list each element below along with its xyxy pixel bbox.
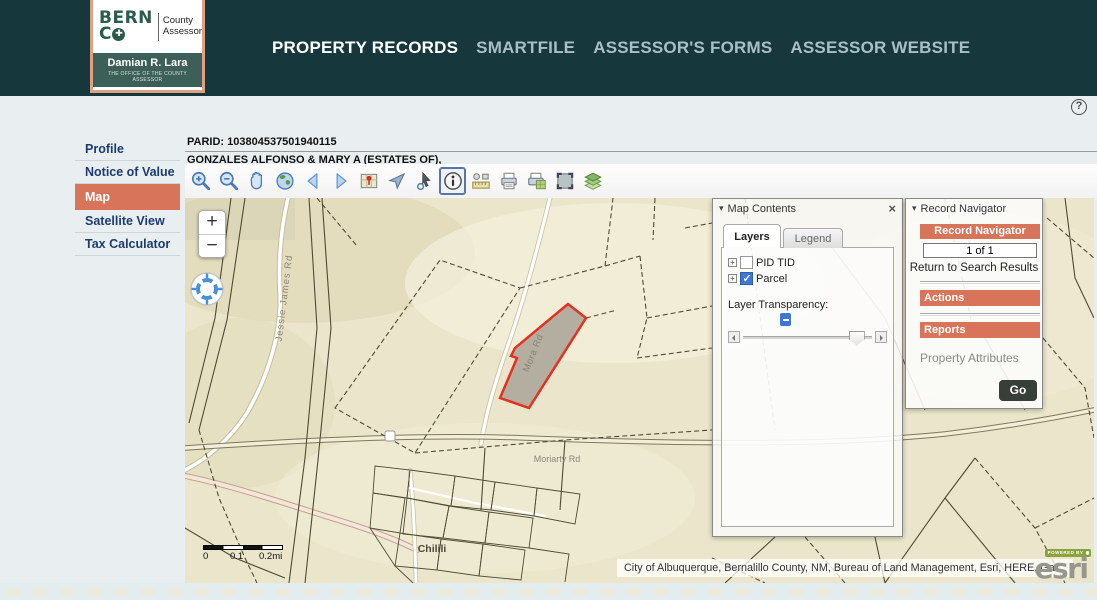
- transparency-label: Layer Transparency:: [728, 299, 887, 311]
- divider: [920, 281, 1040, 284]
- zoom-out-button[interactable]: −: [199, 234, 225, 257]
- next-extent-icon[interactable]: [328, 168, 353, 194]
- select-cursor-icon[interactable]: [412, 168, 437, 194]
- esri-logo: POWERED BY esri: [1030, 541, 1092, 581]
- assessor-name: Damian R. Lara: [93, 57, 202, 69]
- property-attributes-link[interactable]: Property Attributes: [920, 351, 1042, 365]
- scale-tick-1: 0.1: [230, 551, 243, 562]
- powered-by-badge: POWERED BY: [1045, 549, 1092, 557]
- actions-section-bar[interactable]: Actions: [920, 290, 1040, 306]
- layer-label-pid-tid: PID TID: [756, 257, 795, 269]
- map-toolbar: [185, 164, 1097, 198]
- header: BERN C ✚ County Assessor Damian R. Lara …: [0, 0, 1097, 96]
- tab-legend[interactable]: Legend: [783, 228, 843, 248]
- highway-shield-icon: [385, 431, 395, 441]
- print-icon[interactable]: [496, 168, 521, 194]
- town-label-chilili: Chilili: [418, 543, 447, 555]
- nav-smartfile[interactable]: SMARTFILE: [476, 38, 575, 58]
- zoom-in-button[interactable]: +: [199, 211, 225, 234]
- sidebar-item-map[interactable]: Map: [75, 184, 180, 210]
- map-viewport[interactable]: Jessie James Rd Mora Rd Moriarty Rd Chil…: [185, 198, 1094, 583]
- county-logo: BERN C ✚ County Assessor Damian R. Lara …: [90, 0, 205, 93]
- record-navigator-title: Record Navigator: [921, 203, 1036, 215]
- record-navigator-header-bar[interactable]: Record Navigator: [920, 224, 1040, 239]
- slider-right-arrow[interactable]: [875, 331, 887, 343]
- help-icon[interactable]: ?: [1071, 99, 1087, 115]
- pan-icon[interactable]: [244, 168, 269, 194]
- map-contents-tabs: Layers Legend: [723, 224, 902, 248]
- map-attribution: City of Albuquerque, Bernalillo County, …: [617, 559, 1073, 577]
- footer-pattern-strip: [0, 583, 1097, 600]
- layer-row-pid-tid: PID TID: [728, 256, 887, 269]
- logo-top: BERN C ✚ County Assessor: [93, 0, 202, 53]
- transparency-slider: [728, 331, 887, 343]
- parid-text: PARID: 103804537501940115: [187, 136, 337, 148]
- logo-sub1: County: [163, 16, 202, 27]
- logo-sub2: Assessor: [163, 27, 202, 38]
- layer-label-parcel: Parcel: [756, 273, 787, 285]
- layers-tab-content: PID TID Parcel Layer Transparency:: [721, 247, 894, 527]
- zoom-in-icon[interactable]: [188, 168, 213, 194]
- close-icon[interactable]: ×: [888, 202, 896, 215]
- header-rule: [185, 151, 1097, 152]
- zoom-to-extent-icon[interactable]: [552, 168, 577, 194]
- scale-bar: 0 0.1 0.2mi: [203, 545, 313, 562]
- page: BERN C ✚ County Assessor Damian R. Lara …: [0, 0, 1097, 600]
- layer-row-parcel: Parcel: [728, 272, 887, 285]
- expand-icon[interactable]: [728, 258, 737, 267]
- zia-sun-icon: ✚: [112, 28, 125, 41]
- sidebar-item-profile[interactable]: Profile: [75, 138, 180, 161]
- overview-map-icon[interactable]: [356, 168, 381, 194]
- record-navigator-panel: ▾ Record Navigator Record Navigator Retu…: [905, 198, 1043, 409]
- parcel-checkbox[interactable]: [740, 272, 753, 285]
- go-button[interactable]: Go: [999, 380, 1037, 401]
- esri-wordmark: esri: [1030, 557, 1092, 581]
- locate-compass-button[interactable]: [188, 270, 226, 308]
- collapse-icon[interactable]: ▾: [719, 203, 724, 214]
- logo-divider: [158, 13, 159, 41]
- nav-assessors-forms[interactable]: ASSESSOR'S FORMS: [593, 38, 772, 58]
- scale-tick-2: 0.2mi: [259, 551, 282, 562]
- road-label-moriarty: Moriarty Rd: [534, 454, 581, 464]
- transparency-indicator-icon: [780, 313, 791, 326]
- tab-layers[interactable]: Layers: [723, 224, 781, 248]
- previous-extent-icon[interactable]: [300, 168, 325, 194]
- slider-left-arrow[interactable]: [728, 331, 740, 343]
- sidebar-item-notice-of-value[interactable]: Notice of Value: [75, 161, 180, 184]
- scale-bar-segments: [203, 545, 283, 550]
- map-contents-titlebar[interactable]: ▾ Map Contents ×: [713, 199, 902, 218]
- print-map-icon[interactable]: [524, 168, 549, 194]
- slider-track[interactable]: [743, 336, 872, 339]
- locate-dart-icon[interactable]: [384, 168, 409, 194]
- map-contents-title: Map Contents: [728, 203, 889, 215]
- measure-icon[interactable]: [468, 168, 493, 194]
- reports-section-bar[interactable]: Reports: [920, 322, 1040, 338]
- top-nav: PROPERTY RECORDS SMARTFILE ASSESSOR'S FO…: [272, 38, 970, 58]
- full-extent-globe-icon[interactable]: [272, 168, 297, 194]
- nav-assessor-website[interactable]: ASSESSOR WEBSITE: [790, 38, 970, 58]
- collapse-icon[interactable]: ▾: [912, 203, 917, 214]
- layers-icon[interactable]: [580, 168, 605, 194]
- identify-icon[interactable]: [440, 168, 465, 194]
- zoom-out-icon[interactable]: [216, 168, 241, 194]
- record-navigator-titlebar[interactable]: ▾ Record Navigator: [906, 199, 1042, 218]
- assessor-tagline: THE OFFICE OF THE COUNTY ASSESSOR: [93, 71, 202, 83]
- logo-line2: C: [99, 26, 111, 42]
- scale-tick-0: 0: [203, 551, 208, 562]
- map-contents-panel: ▾ Map Contents × Layers Legend PID TID P…: [712, 198, 903, 537]
- zoom-control: + −: [198, 210, 226, 258]
- sidebar-item-tax-calculator[interactable]: Tax Calculator: [75, 233, 180, 256]
- divider: [920, 313, 1040, 316]
- nav-property-records[interactable]: PROPERTY RECORDS: [272, 38, 458, 58]
- expand-icon[interactable]: [728, 274, 737, 283]
- sidebar-item-satellite-view[interactable]: Satellite View: [75, 210, 180, 233]
- pid-tid-checkbox[interactable]: [740, 256, 753, 269]
- slider-thumb[interactable]: [849, 331, 865, 346]
- return-to-search-link[interactable]: Return to Search Results: [906, 262, 1042, 274]
- sidebar: Profile Notice of Value Map Satellite Vi…: [75, 138, 180, 256]
- record-position-input[interactable]: [923, 243, 1037, 258]
